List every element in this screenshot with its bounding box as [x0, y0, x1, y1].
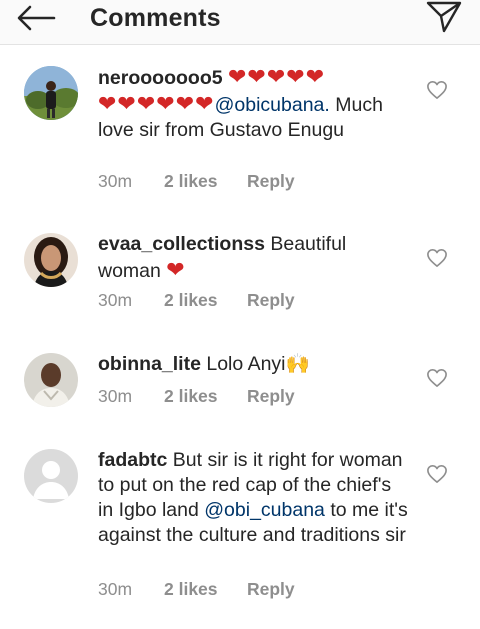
username[interactable]: evaa_collectionss [98, 233, 265, 255]
page-title: Comments [90, 4, 221, 32]
paper-plane-icon[interactable] [426, 0, 462, 34]
comment-text: Lolo Anyi [206, 353, 286, 375]
comment-meta: 30m 2 likes Reply [98, 579, 295, 600]
heart-outline-icon[interactable] [426, 368, 448, 388]
avatar[interactable] [24, 233, 78, 287]
reply-button[interactable]: Reply [247, 579, 295, 600]
avatar-photo [24, 233, 78, 287]
mention-link[interactable]: @obi_cubana [204, 499, 325, 521]
likes-count[interactable]: 2 likes [164, 171, 247, 192]
default-avatar-icon [24, 449, 78, 503]
comment-time: 30m [98, 386, 133, 406]
comment-meta: 30m 2 likes Reply [98, 386, 295, 407]
heart-emoji: ❤ [166, 257, 186, 282]
reply-button[interactable]: Reply [247, 171, 295, 192]
back-arrow-icon[interactable] [16, 4, 56, 32]
comment-time: 30m [98, 579, 133, 599]
avatar[interactable] [24, 449, 78, 503]
heart-outline-icon[interactable] [426, 248, 448, 268]
avatar[interactable] [24, 66, 78, 120]
likes-count[interactable]: 2 likes [164, 579, 247, 600]
username[interactable]: nerooooooo5 [98, 67, 223, 89]
comment-time: 30m [98, 171, 133, 191]
likes-count[interactable]: 2 likes [164, 386, 247, 407]
mention-link[interactable]: @obicubana. [215, 94, 330, 116]
reply-button[interactable]: Reply [247, 290, 295, 311]
comment-meta: 30m 2 likes Reply [98, 171, 295, 192]
heart-emoji: ❤❤❤❤❤ [228, 64, 326, 89]
username[interactable]: fadabtc [98, 449, 167, 471]
likes-count[interactable]: 2 likes [164, 290, 247, 311]
comment-time: 30m [98, 290, 133, 310]
heart-outline-icon[interactable] [426, 80, 448, 100]
comment-meta: 30m 2 likes Reply [98, 290, 295, 311]
avatar[interactable] [24, 353, 78, 407]
reply-button[interactable]: Reply [247, 386, 295, 407]
heart-emoji: ❤❤❤❤❤❤ [98, 91, 215, 116]
header-bar: Comments [0, 0, 480, 45]
username[interactable]: obinna_lite [98, 353, 201, 375]
raised-hands-emoji: 🙌 [285, 353, 310, 375]
heart-outline-icon[interactable] [426, 464, 448, 484]
avatar-photo [24, 66, 78, 120]
avatar-photo [24, 353, 78, 407]
